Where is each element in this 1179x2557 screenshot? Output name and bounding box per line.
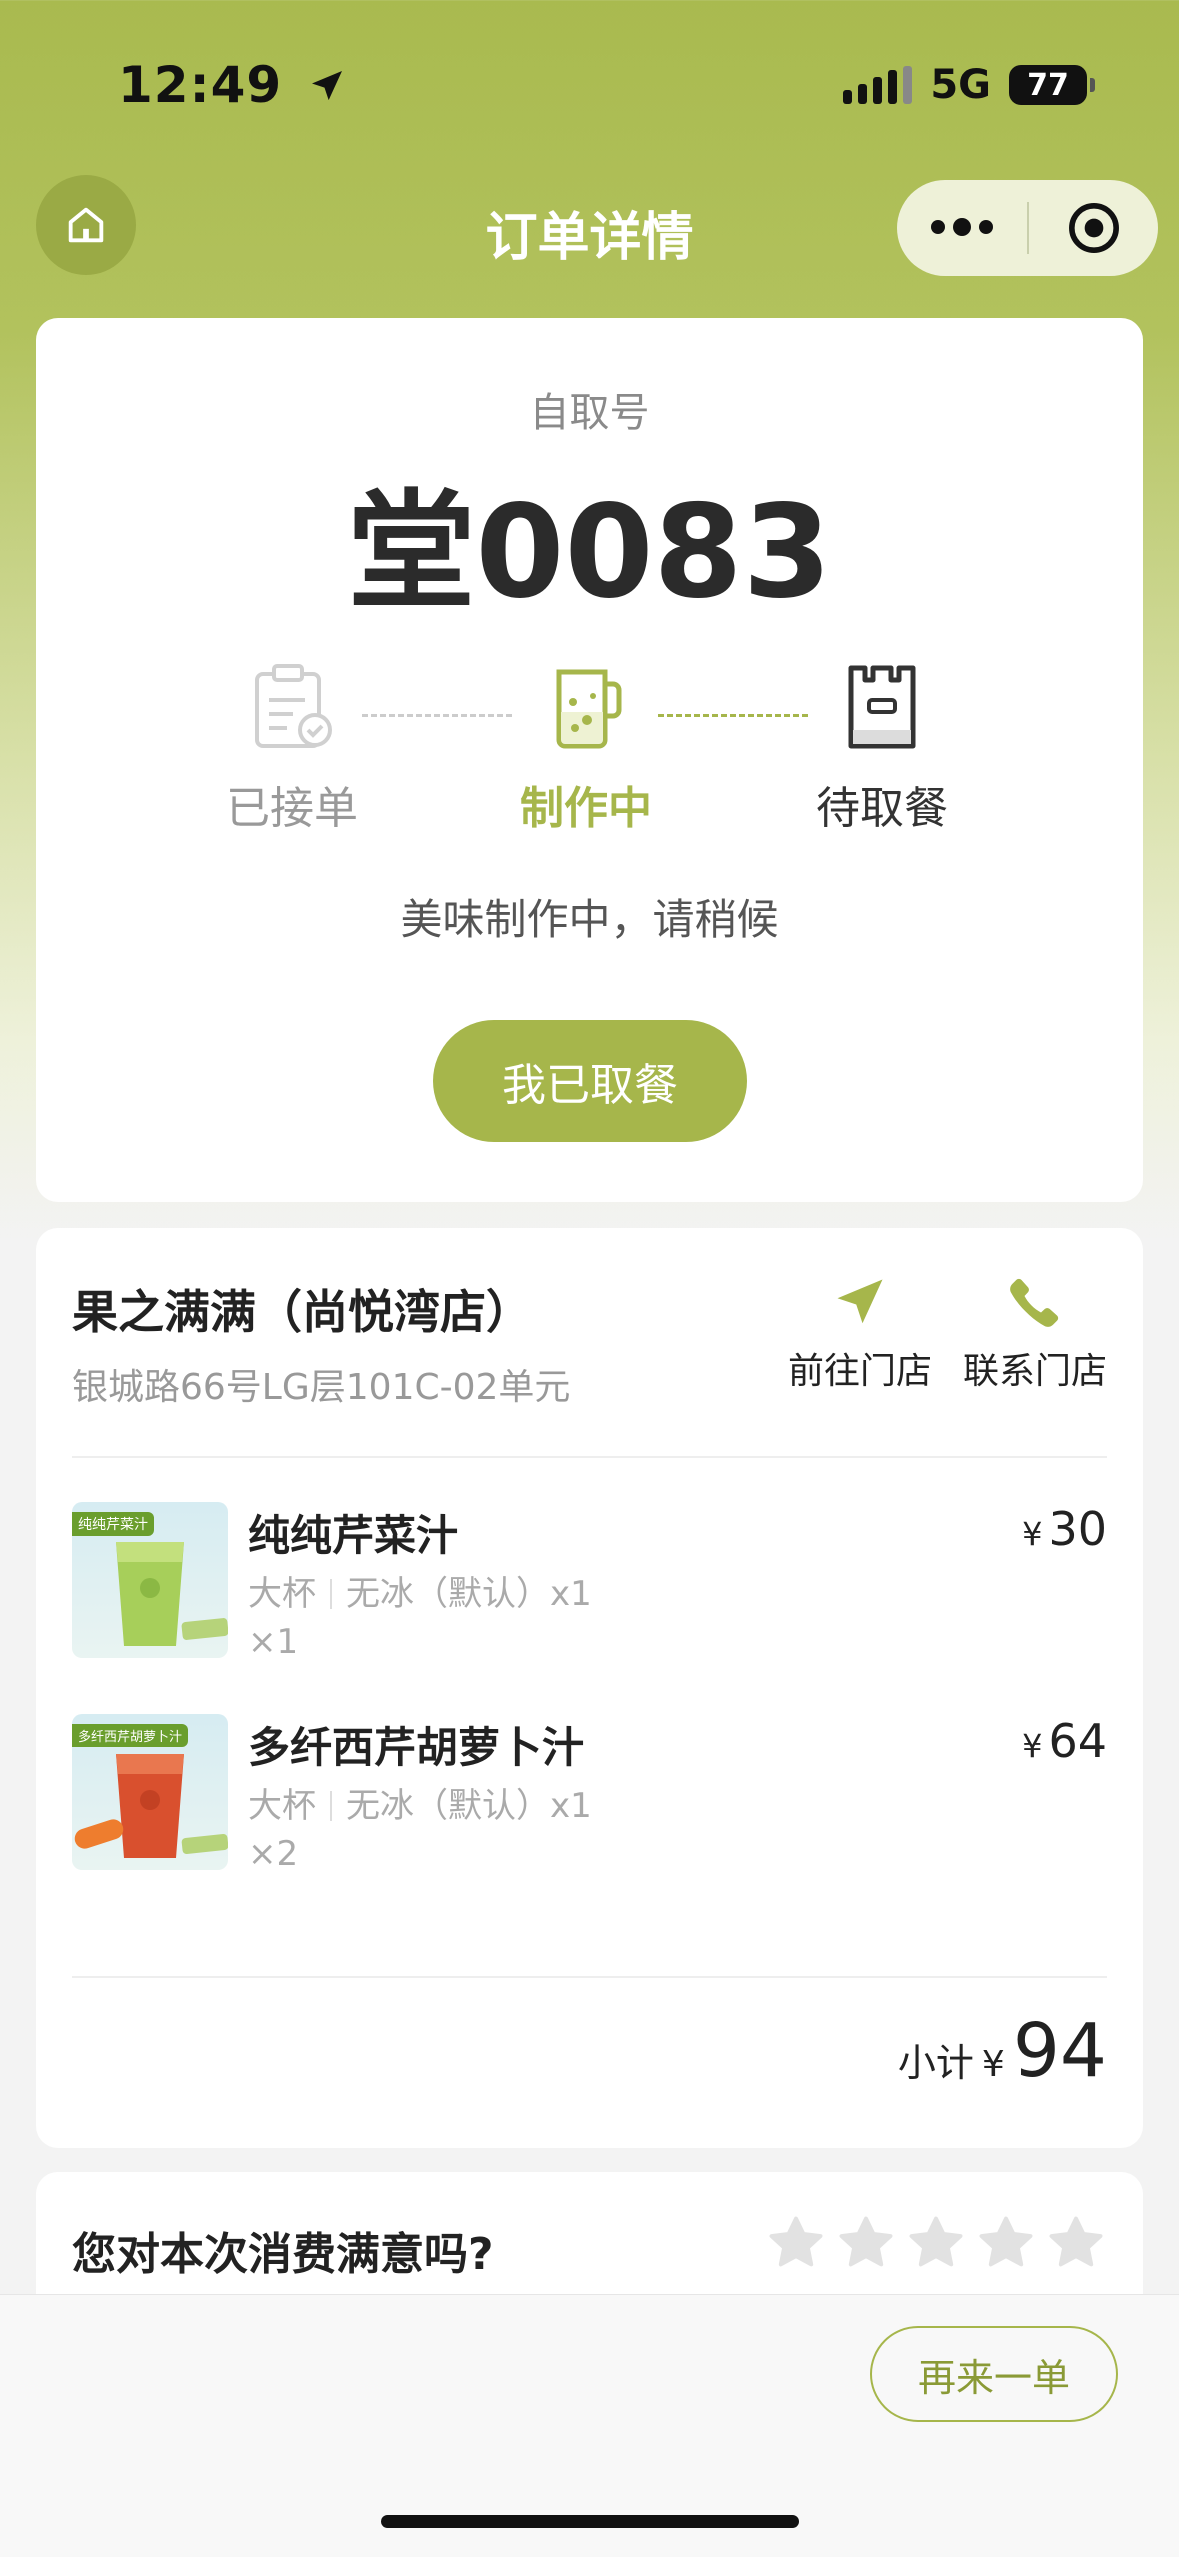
contact-label: 联系门店 (962, 1351, 1107, 1392)
step-label: 待取餐 (816, 783, 948, 834)
currency-symbol: ¥ (1022, 1515, 1043, 1553)
subtotal-label: 小计 (897, 2041, 974, 2085)
close-mini-program-button[interactable] (1029, 180, 1158, 276)
image-tag: 纯纯芹菜汁 (72, 1512, 154, 1536)
target-icon (1068, 203, 1119, 253)
store-name: 果之满满（尚悦湾店） (72, 1285, 532, 1339)
pickup-code: 堂0083 (347, 478, 832, 627)
star-icon[interactable] (1045, 2212, 1107, 2274)
item-price: ¥64 (1022, 1714, 1107, 1768)
list-item[interactable]: 纯纯芹菜汁 纯纯芹菜汁 大杯 无冰（默认）x1 ×1 ¥30 (72, 1502, 1107, 1672)
step-ready: 待取餐 (772, 658, 992, 836)
item-name: 多纤西芹胡萝卜汁 (248, 1723, 585, 1772)
step-accepted: 已接单 (182, 658, 402, 836)
list-item[interactable]: 多纤西芹胡萝卜汁 多纤西芹胡萝卜汁 大杯 无冰（默认）x1 ×2 ¥64 (72, 1714, 1107, 1884)
divider (72, 1976, 1107, 1978)
more-icon (931, 218, 993, 236)
item-spec: 大杯 无冰（默认）x1 (248, 1778, 592, 1827)
item-qty: ×1 (248, 1622, 299, 1662)
bag-icon (848, 665, 916, 749)
price-value: 64 (1048, 1714, 1107, 1768)
rating-question: 您对本次消费满意吗? (72, 2229, 494, 2280)
star-icon[interactable] (905, 2212, 967, 2274)
step-making: 制作中 (476, 658, 696, 836)
item-size: 大杯 (248, 1574, 316, 1614)
picked-up-button[interactable]: 我已取餐 (433, 1020, 747, 1142)
item-spec: 大杯 无冰（默认）x1 (248, 1566, 592, 1615)
step-label: 已接单 (226, 783, 358, 834)
more-button[interactable] (897, 180, 1027, 276)
status-time: 12:49 (118, 56, 347, 114)
phone-icon (1010, 1278, 1059, 1327)
network-type: 5G (930, 62, 991, 108)
navigate-label: 前往门店 (787, 1351, 932, 1392)
star-icon[interactable] (975, 2212, 1037, 2274)
pickup-label: 自取号 (529, 390, 650, 436)
currency-symbol: ¥ (981, 2044, 1005, 2085)
juicer-icon (556, 669, 622, 749)
item-qty: ×2 (248, 1834, 299, 1874)
item-size: 大杯 (248, 1786, 316, 1826)
item-name: 纯纯芹菜汁 (248, 1511, 459, 1560)
product-image: 纯纯芹菜汁 (72, 1502, 228, 1658)
item-options: 无冰（默认）x1 (346, 1786, 592, 1826)
time-text: 12:49 (118, 56, 283, 114)
mini-program-capsule (897, 180, 1158, 276)
status-message: 美味制作中，请稍候 (400, 895, 779, 944)
navigate-icon (837, 1279, 883, 1324)
order-detail-card: 果之满满（尚悦湾店） 银城路66号LG层101C-02单元 前往门店 联系门店 … (36, 1228, 1143, 2148)
star-rating (765, 2212, 1107, 2274)
cup-illustration (116, 1542, 184, 1646)
cup-illustration (116, 1754, 184, 1858)
navigate-store-button[interactable]: 前往门店 (785, 1272, 935, 1394)
clipboard-check-icon (255, 664, 332, 748)
item-options: 无冰（默认）x1 (346, 1574, 592, 1614)
contact-store-button[interactable]: 联系门店 (960, 1272, 1110, 1394)
product-image: 多纤西芹胡萝卜汁 (72, 1714, 228, 1870)
battery-level: 77 (1027, 67, 1069, 103)
star-icon[interactable] (835, 2212, 897, 2274)
star-icon[interactable] (765, 2212, 827, 2274)
home-indicator (381, 2515, 799, 2528)
reorder-button[interactable]: 再来一单 (870, 2326, 1118, 2422)
image-tag: 多纤西芹胡萝卜汁 (72, 1724, 189, 1747)
signal-icon (843, 66, 913, 104)
divider (72, 1456, 1107, 1458)
status-indicators: 5G 77 (843, 62, 1095, 108)
price-value: 30 (1048, 1502, 1107, 1556)
store-address: 银城路66号LG层101C-02单元 (72, 1367, 571, 1408)
subtotal-amount: 94 (1012, 2008, 1107, 2094)
battery-icon: 77 (1009, 65, 1095, 105)
item-price: ¥30 (1022, 1502, 1107, 1556)
subtotal: 小计 ¥ 94 (898, 2008, 1107, 2094)
step-label: 制作中 (520, 783, 652, 834)
currency-symbol: ¥ (1022, 1727, 1043, 1765)
order-status-card: 自取号 堂0083 已接单 制作中 待取餐 美味制作中，请稍候 我已取餐 (36, 318, 1143, 1202)
location-arrow-icon (311, 71, 342, 101)
